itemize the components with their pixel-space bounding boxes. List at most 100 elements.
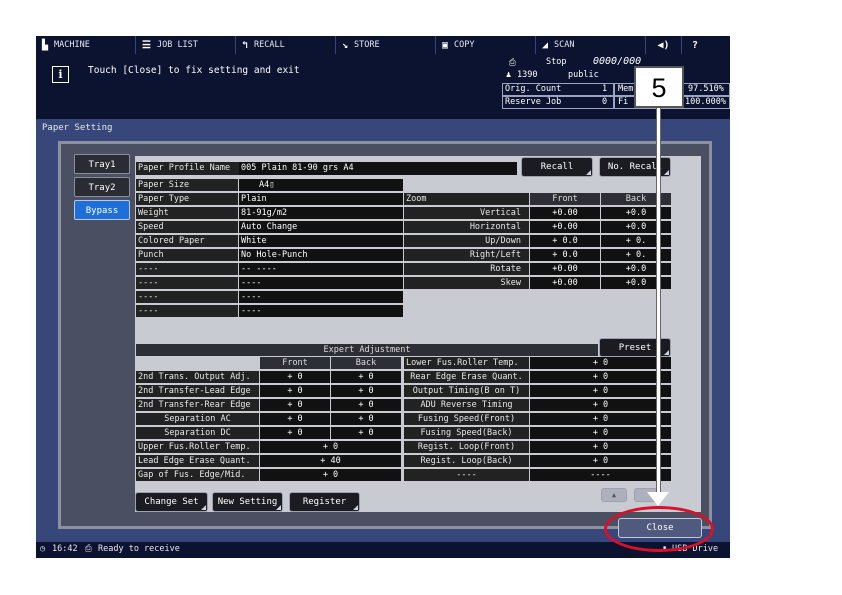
volume-button[interactable]: ◀) bbox=[646, 36, 682, 54]
copy-icon: ▣ bbox=[442, 39, 449, 51]
expert-front-value: + 0 bbox=[260, 427, 330, 439]
zoom-front-value: +0.00 bbox=[530, 207, 600, 219]
expert-right-value: + 0 bbox=[530, 371, 671, 383]
new-setting-button[interactable]: New Setting bbox=[212, 492, 283, 512]
expert-left-label: Lead Edge Erase Quant. bbox=[136, 455, 259, 467]
scan-icon: ◢ bbox=[542, 39, 549, 51]
ready-status: Ready to receive bbox=[98, 544, 180, 554]
tab-bypass[interactable]: Bypass bbox=[74, 200, 130, 220]
file-label: Fi bbox=[618, 97, 629, 107]
expert-right-label: ---- bbox=[404, 469, 529, 481]
expert-left-label: Separation AC bbox=[136, 413, 259, 425]
nav-joblist[interactable]: ☰ JOB LIST bbox=[136, 36, 236, 54]
expert-right-value: ---- bbox=[530, 469, 671, 481]
annotation-arrowhead bbox=[647, 492, 669, 506]
register-button[interactable]: Register bbox=[289, 492, 360, 512]
expert-right-label: Rear Edge Erase Quant. bbox=[404, 371, 529, 383]
memory-label: Mem bbox=[618, 84, 634, 94]
info-icon: i bbox=[52, 66, 69, 83]
paper-row-label: ---- bbox=[136, 263, 238, 275]
expert-right-value: + 0 bbox=[530, 455, 671, 467]
paper-row-label: Speed bbox=[136, 221, 238, 233]
zoom-front-value: + 0.0 bbox=[530, 249, 600, 261]
zoom-row-label: Skew bbox=[404, 277, 529, 289]
expert-back-value: + 0 bbox=[331, 371, 401, 383]
help-button[interactable]: ? bbox=[682, 36, 708, 54]
change-set-button[interactable]: Change Set bbox=[135, 492, 208, 512]
zoom-front-value: + 0.0 bbox=[530, 235, 600, 247]
scroll-up-button[interactable]: ▲ bbox=[601, 488, 627, 502]
reserve-job-label: Reserve Job bbox=[505, 97, 562, 107]
tab-tray2[interactable]: Tray2 bbox=[74, 177, 130, 197]
recall-button[interactable]: Recall bbox=[521, 157, 593, 177]
expert-back-value: + 0 bbox=[331, 385, 401, 397]
expert-right-value: + 0 bbox=[530, 357, 671, 369]
expert-value: + 40 bbox=[260, 455, 401, 467]
paper-row-value: ---- bbox=[239, 305, 403, 317]
expert-right-label: Output Timing(B on T) bbox=[404, 385, 529, 397]
paper-row-value: No Hole-Punch bbox=[239, 249, 403, 261]
zoom-row-label: Horizontal bbox=[404, 221, 529, 233]
expert-back-value: + 0 bbox=[331, 399, 401, 411]
zoom-front-value: +0.00 bbox=[530, 263, 600, 275]
expert-front-value: + 0 bbox=[260, 413, 330, 425]
panel-title: Paper Setting bbox=[42, 123, 113, 133]
expert-front-value: + 0 bbox=[260, 371, 330, 383]
expert-right-value: + 0 bbox=[530, 441, 671, 453]
expert-back-value: + 0 bbox=[331, 413, 401, 425]
clock-time: 16:42 bbox=[52, 544, 78, 554]
recall-icon: ↰ bbox=[242, 39, 249, 51]
step-number-callout: 5 bbox=[634, 66, 684, 108]
expert-front-header: Front bbox=[260, 357, 330, 369]
zoom-row-label: Up/Down bbox=[404, 235, 529, 247]
expert-left-label: Gap of Fus. Edge/Mid. bbox=[136, 469, 259, 481]
paper-row-label: Weight bbox=[136, 207, 238, 219]
nav-store[interactable]: ↘ STORE bbox=[336, 36, 436, 54]
machine-icon: ▙ bbox=[42, 39, 49, 51]
paper-row-label: Paper Type bbox=[136, 193, 238, 205]
expert-value: + 0 bbox=[260, 469, 401, 481]
fax-icon: ⎙ bbox=[85, 544, 92, 554]
expert-right-label: ADU Reverse Timing bbox=[404, 399, 529, 411]
expert-right-value: + 0 bbox=[530, 399, 671, 411]
list-icon: ☰ bbox=[142, 39, 151, 51]
clock-icon: ◷ bbox=[40, 544, 46, 554]
reserve-job-value: 0 bbox=[602, 97, 608, 107]
expert-left-label: 2nd Trans. Output Adj. bbox=[136, 371, 259, 383]
annotation-arrow bbox=[656, 108, 661, 494]
zoom-front-header: Front bbox=[530, 193, 600, 205]
annotation-highlight-circle bbox=[604, 506, 714, 552]
tab-tray1[interactable]: Tray1 bbox=[74, 154, 130, 174]
orig-count-label: Orig. Count bbox=[505, 84, 562, 94]
store-icon: ↘ bbox=[342, 39, 349, 51]
paper-row-label: Punch bbox=[136, 249, 238, 261]
nav-copy[interactable]: ▣ COPY bbox=[436, 36, 536, 54]
profile-name-value: 005 Plain 81-90 grs A4 bbox=[239, 162, 517, 175]
screen: ▙ MACHINE ☰ JOB LIST ↰ RECALL ↘ STORE ▣ COPY … bbox=[36, 36, 730, 558]
expert-front-value: + 0 bbox=[260, 399, 330, 411]
expert-back-header: Back bbox=[331, 357, 401, 369]
paper-row-label: ---- bbox=[136, 305, 238, 317]
paper-row-value: Plain bbox=[239, 193, 403, 205]
profile-name-label: Paper Profile Name bbox=[136, 162, 239, 175]
panel-inner: Tray1 Tray2 Bypass Paper Profile Name 00… bbox=[58, 141, 712, 529]
user-number: 1390 bbox=[517, 70, 538, 80]
speaker-icon: ◀) bbox=[657, 39, 670, 51]
nav-scan[interactable]: ◢ SCAN bbox=[536, 36, 646, 54]
paper-setting-panel: Paper Setting Tray1 Tray2 Bypass Paper P… bbox=[36, 119, 730, 542]
expert-left-label: 2nd Transfer-Lead Edge bbox=[136, 385, 259, 397]
expert-right-label: Fusing Speed(Front) bbox=[404, 413, 529, 425]
expert-left-label: 2nd Transfer-Rear Edge bbox=[136, 399, 259, 411]
nav-machine[interactable]: ▙ MACHINE bbox=[36, 36, 136, 54]
paper-row-label: Paper Size bbox=[136, 179, 238, 191]
settings-content: Paper Profile Name 005 Plain 81-90 grs A… bbox=[135, 156, 701, 512]
file-value: 100.000% bbox=[685, 97, 726, 107]
paper-row-label: ---- bbox=[136, 291, 238, 303]
zoom-front-value: +0.00 bbox=[530, 277, 600, 289]
expert-left-label: Separation DC bbox=[136, 427, 259, 439]
paper-row-value: ---- bbox=[239, 277, 403, 289]
zoom-front-value: +0.00 bbox=[530, 221, 600, 233]
top-navigation: ▙ MACHINE ☰ JOB LIST ↰ RECALL ↘ STORE ▣ COPY … bbox=[36, 36, 730, 54]
nav-recall[interactable]: ↰ RECALL bbox=[236, 36, 336, 54]
paper-row-value: ---- bbox=[239, 291, 403, 303]
